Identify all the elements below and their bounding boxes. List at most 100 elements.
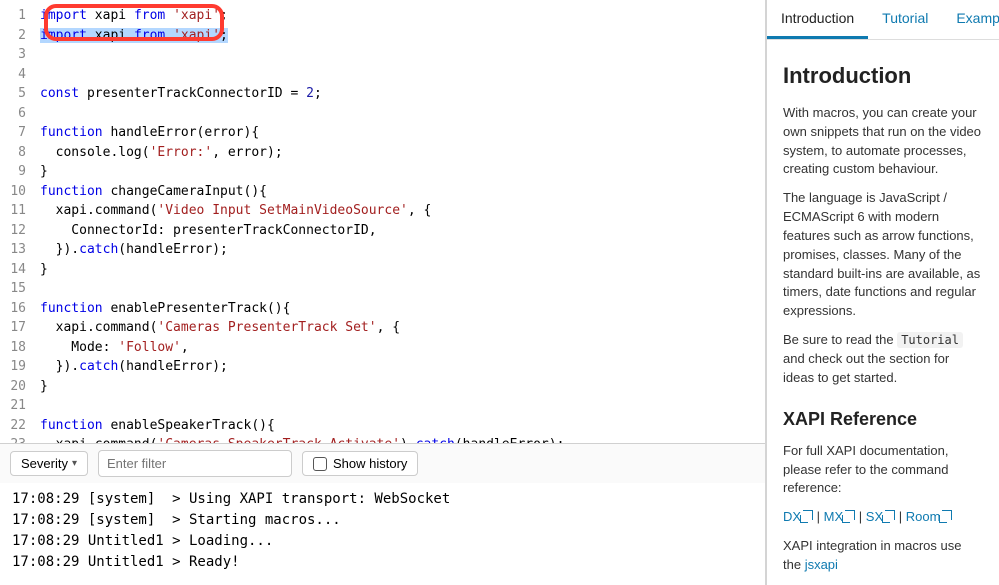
line-code[interactable]: xapi.command('Cameras PresenterTrack Set… xyxy=(40,318,765,338)
line-code[interactable]: import xapi from 'xapi'; xyxy=(40,6,765,26)
show-history-label: Show history xyxy=(333,456,407,471)
console-toolbar: Severity Show history xyxy=(0,443,765,483)
line-code[interactable] xyxy=(40,65,765,85)
editor-line[interactable]: 6 xyxy=(0,104,765,124)
external-link-icon xyxy=(803,510,813,520)
show-history-toggle[interactable]: Show history xyxy=(302,451,418,476)
line-code[interactable]: xapi.command('Cameras SpeakerTrack Activ… xyxy=(40,435,765,443)
editor-line[interactable]: 7function handleError(error){ xyxy=(0,123,765,143)
doc-panel: Introduction With macros, you can create… xyxy=(767,40,999,585)
editor-line[interactable]: 1import xapi from 'xapi'; xyxy=(0,6,765,26)
line-code[interactable] xyxy=(40,279,765,299)
tab-tutorial[interactable]: Tutorial xyxy=(868,0,942,39)
line-code[interactable] xyxy=(40,45,765,65)
link-dx[interactable]: DX xyxy=(783,509,813,524)
line-code[interactable]: const presenterTrackConnectorID = 2; xyxy=(40,84,765,104)
line-number: 16 xyxy=(0,299,40,319)
editor-line[interactable]: 13 }).catch(handleError); xyxy=(0,240,765,260)
line-number: 5 xyxy=(0,84,40,104)
editor-line[interactable]: 20} xyxy=(0,377,765,397)
doc-subheading: XAPI Reference xyxy=(783,406,983,432)
editor-line[interactable]: 14} xyxy=(0,260,765,280)
line-number: 1 xyxy=(0,6,40,26)
line-code[interactable] xyxy=(40,104,765,124)
line-number: 6 xyxy=(0,104,40,124)
line-number: 20 xyxy=(0,377,40,397)
line-code[interactable]: } xyxy=(40,377,765,397)
editor-line[interactable]: 19 }).catch(handleError); xyxy=(0,357,765,377)
line-code[interactable]: function handleError(error){ xyxy=(40,123,765,143)
line-number: 2 xyxy=(0,26,40,46)
external-link-icon xyxy=(942,510,952,520)
line-number: 4 xyxy=(0,65,40,85)
line-number: 3 xyxy=(0,45,40,65)
line-number: 10 xyxy=(0,182,40,202)
editor-line[interactable]: 23 xapi.command('Cameras SpeakerTrack Ac… xyxy=(0,435,765,443)
line-number: 19 xyxy=(0,357,40,377)
doc-heading: Introduction xyxy=(783,60,983,92)
line-code[interactable]: import xapi from 'xapi'; xyxy=(40,26,765,46)
line-code[interactable]: }).catch(handleError); xyxy=(40,240,765,260)
tutorial-inline-code: Tutorial xyxy=(897,332,963,348)
line-code[interactable] xyxy=(40,396,765,416)
editor-line[interactable]: 18 Mode: 'Follow', xyxy=(0,338,765,358)
editor-line[interactable]: 21 xyxy=(0,396,765,416)
line-code[interactable]: console.log('Error:', error); xyxy=(40,143,765,163)
line-code[interactable]: ConnectorId: presenterTrackConnectorID, xyxy=(40,221,765,241)
line-code[interactable]: } xyxy=(40,260,765,280)
editor-line[interactable]: 17 xapi.command('Cameras PresenterTrack … xyxy=(0,318,765,338)
link-jsxapi[interactable]: jsxapi xyxy=(805,557,838,572)
editor-line[interactable]: 15 xyxy=(0,279,765,299)
line-number: 14 xyxy=(0,260,40,280)
line-number: 8 xyxy=(0,143,40,163)
console-output: 17:08:29 [system] > Using XAPI transport… xyxy=(0,483,765,585)
line-code[interactable]: xapi.command('Video Input SetMainVideoSo… xyxy=(40,201,765,221)
line-number: 21 xyxy=(0,396,40,416)
link-mx[interactable]: MX xyxy=(824,509,856,524)
severity-dropdown[interactable]: Severity xyxy=(10,451,88,476)
editor-line[interactable]: 4 xyxy=(0,65,765,85)
editor-line[interactable]: 8 console.log('Error:', error); xyxy=(0,143,765,163)
doc-tabs: IntroductionTutorialExamples xyxy=(767,0,999,40)
external-link-icon xyxy=(845,510,855,520)
code-editor[interactable]: 1import xapi from 'xapi';2import xapi fr… xyxy=(0,0,765,443)
line-code[interactable]: function changeCameraInput(){ xyxy=(40,182,765,202)
line-code[interactable]: }).catch(handleError); xyxy=(40,357,765,377)
line-code[interactable]: } xyxy=(40,162,765,182)
editor-line[interactable]: 12 ConnectorId: presenterTrackConnectorI… xyxy=(0,221,765,241)
line-number: 13 xyxy=(0,240,40,260)
line-code[interactable]: function enablePresenterTrack(){ xyxy=(40,299,765,319)
line-number: 18 xyxy=(0,338,40,358)
line-number: 12 xyxy=(0,221,40,241)
editor-line[interactable]: 2import xapi from 'xapi'; xyxy=(0,26,765,46)
line-number: 7 xyxy=(0,123,40,143)
checkbox-icon xyxy=(313,457,327,471)
doc-links: DX | MX | SX | Room xyxy=(783,508,983,527)
editor-line[interactable]: 3 xyxy=(0,45,765,65)
doc-paragraph: Be sure to read the Tutorial and check o… xyxy=(783,331,983,388)
link-sx[interactable]: SX xyxy=(866,509,895,524)
line-code[interactable]: function enableSpeakerTrack(){ xyxy=(40,416,765,436)
line-number: 9 xyxy=(0,162,40,182)
tab-examples[interactable]: Examples xyxy=(942,0,999,39)
external-link-icon xyxy=(885,510,895,520)
line-number: 17 xyxy=(0,318,40,338)
line-number: 22 xyxy=(0,416,40,436)
editor-line[interactable]: 22function enableSpeakerTrack(){ xyxy=(0,416,765,436)
doc-paragraph: For full XAPI documentation, please refe… xyxy=(783,442,983,499)
doc-paragraph: XAPI integration in macros use the jsxap… xyxy=(783,537,983,575)
editor-line[interactable]: 5const presenterTrackConnectorID = 2; xyxy=(0,84,765,104)
line-code[interactable]: Mode: 'Follow', xyxy=(40,338,765,358)
link-room[interactable]: Room xyxy=(906,509,953,524)
doc-paragraph: With macros, you can create your own sni… xyxy=(783,104,983,179)
line-number: 23 xyxy=(0,435,40,443)
line-number: 11 xyxy=(0,201,40,221)
editor-line[interactable]: 11 xapi.command('Video Input SetMainVide… xyxy=(0,201,765,221)
line-number: 15 xyxy=(0,279,40,299)
editor-line[interactable]: 16function enablePresenterTrack(){ xyxy=(0,299,765,319)
doc-paragraph: The language is JavaScript / ECMAScript … xyxy=(783,189,983,321)
filter-input[interactable] xyxy=(98,450,292,477)
editor-line[interactable]: 9} xyxy=(0,162,765,182)
editor-line[interactable]: 10function changeCameraInput(){ xyxy=(0,182,765,202)
tab-introduction[interactable]: Introduction xyxy=(767,0,868,39)
